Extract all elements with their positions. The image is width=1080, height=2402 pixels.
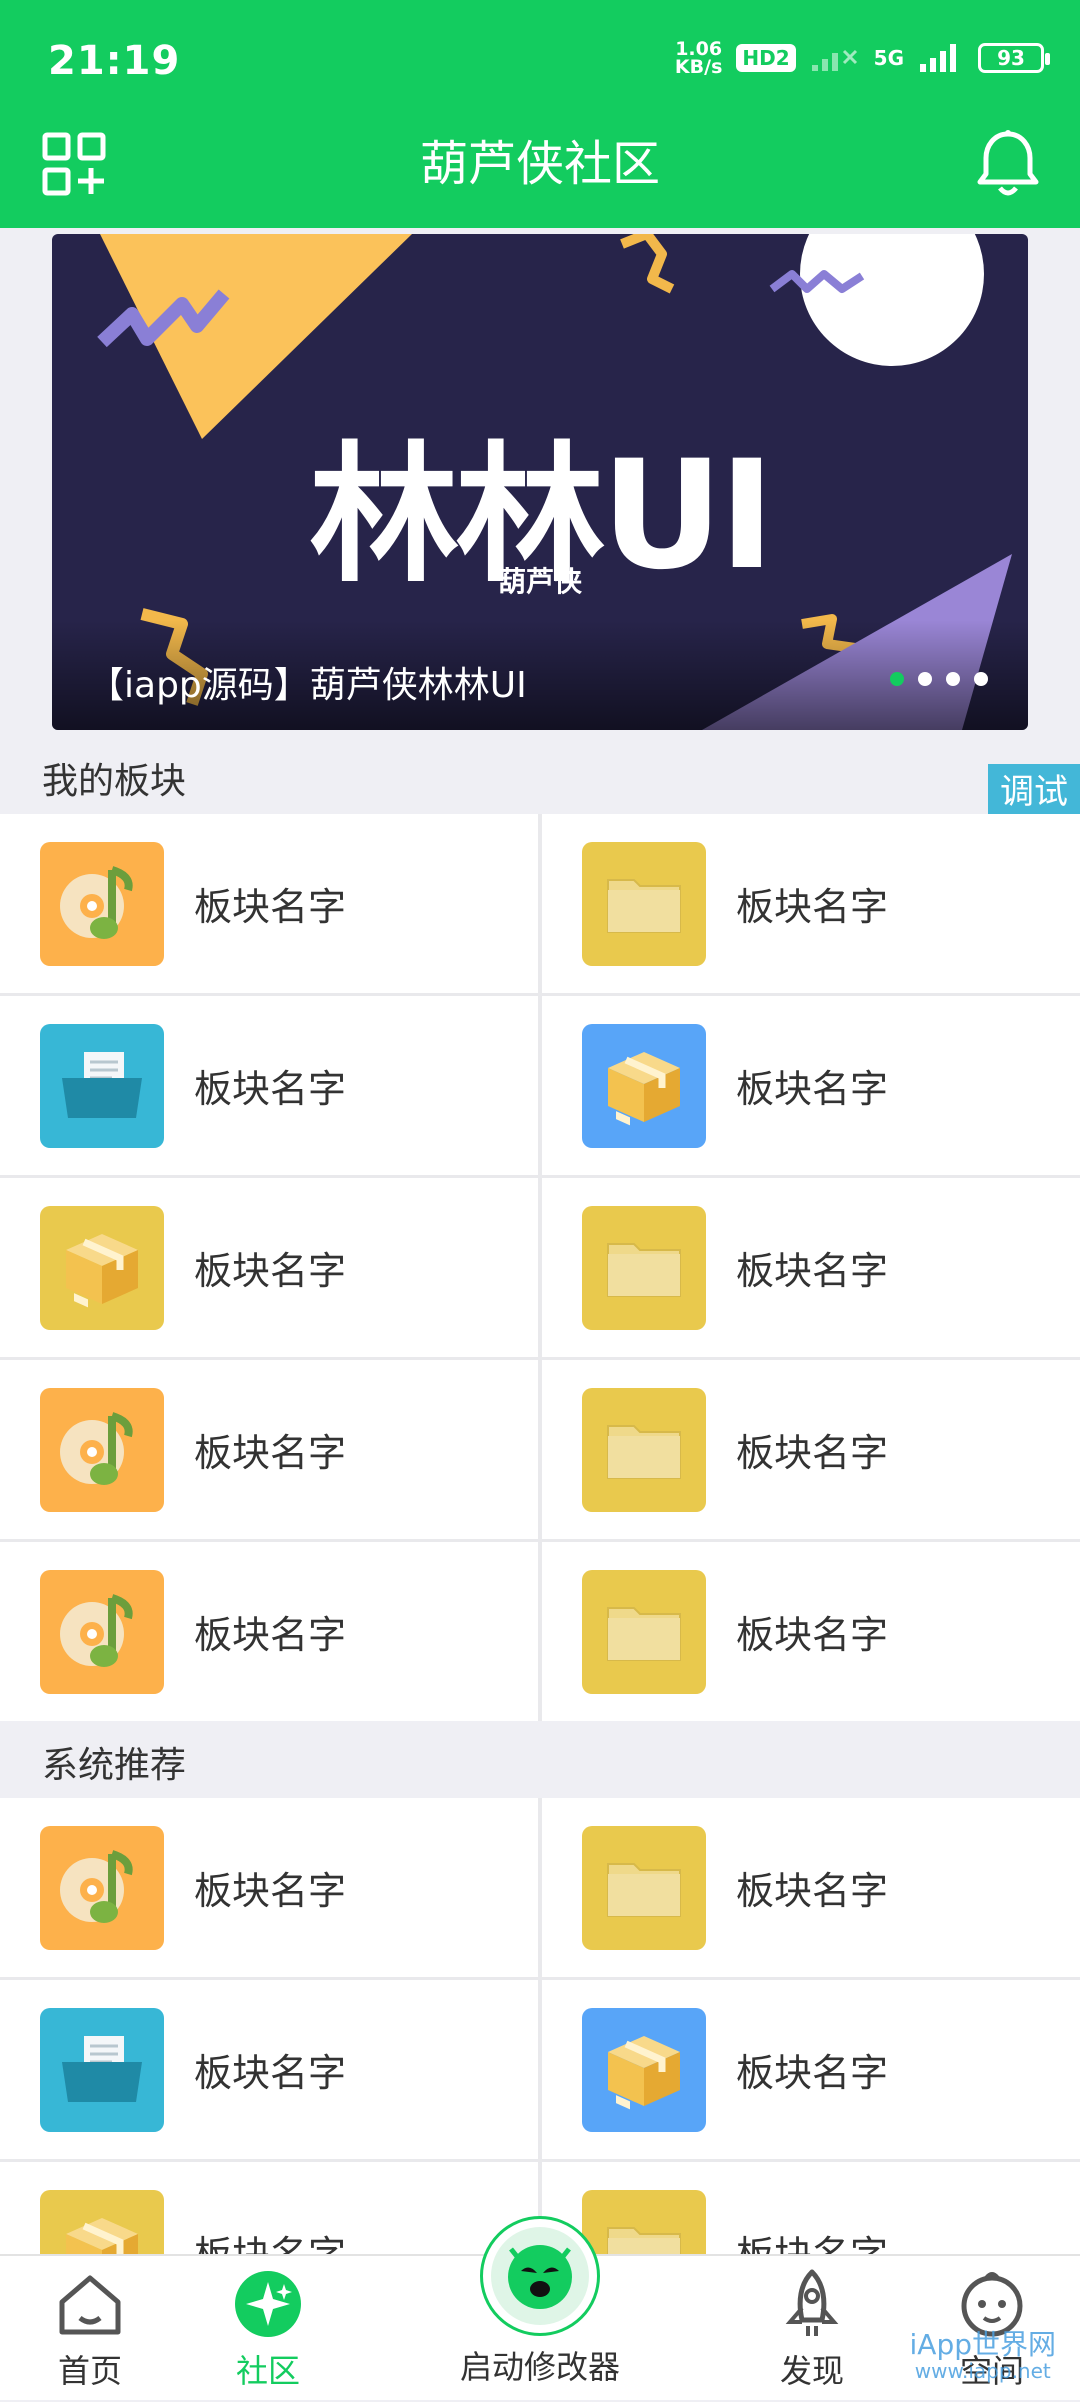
board-tile[interactable]: 板块名字 — [0, 1542, 538, 1721]
network-type: 5G — [873, 46, 904, 70]
board-tile[interactable]: 板块名字 — [0, 1178, 538, 1357]
board-name: 板块名字 — [736, 1869, 889, 1913]
launch-modifier-button[interactable] — [480, 2216, 600, 2336]
status-indicators: 1.06 KB/s HD2 5G 93 — [674, 40, 1050, 78]
rocket-icon — [785, 2269, 839, 2336]
board-name: 板块名字 — [194, 1431, 347, 1475]
board-tile[interactable]: 板块名字 — [0, 1798, 538, 1977]
banner-subline: 葫芦侠 — [497, 565, 582, 598]
board-tile[interactable]: 板块名字 — [542, 2162, 1080, 2254]
status-time: 21:19 — [48, 38, 181, 84]
folder-icon — [582, 1569, 706, 1694]
package-box-icon — [582, 2007, 706, 2132]
board-name: 板块名字 — [194, 1249, 347, 1293]
carousel-dot[interactable] — [890, 672, 904, 686]
network-speed-unit: KB/s — [674, 56, 723, 78]
board-name: 板块名字 — [194, 2051, 347, 2095]
board-tile[interactable]: 板块名字 — [0, 1360, 538, 1539]
signal-strong-icon — [920, 44, 956, 72]
notification-bell-icon[interactable] — [974, 128, 1042, 200]
board-tile[interactable]: 板块名字 — [542, 1980, 1080, 2159]
hd-badge: HD2 — [736, 44, 796, 72]
music-disc-icon — [40, 841, 164, 966]
board-name: 板块名字 — [194, 1869, 347, 1913]
folder-icon — [582, 2189, 706, 2254]
board-name: 板块名字 — [736, 1067, 889, 1111]
board-name: 板块名字 — [194, 2224, 346, 2254]
board-tile[interactable]: 板块名字 — [542, 1542, 1080, 1721]
home-icon — [59, 2275, 121, 2335]
nav-community-label: 社区 — [235, 2352, 300, 2390]
board-name: 板块名字 — [194, 1613, 347, 1657]
board-tile[interactable]: 板块名字 — [0, 1980, 538, 2159]
nav-discover[interactable]: 发现 — [732, 2256, 892, 2402]
page-title: 葫芦侠社区 — [419, 136, 660, 192]
nav-home[interactable]: 首页 — [10, 2256, 170, 2402]
board-tile[interactable]: 板块名字 — [542, 814, 1080, 993]
folder-icon — [582, 1205, 706, 1330]
my-boards-grid: 板块名字 板块名字 板块名字 板块名字 板块名字 板块名字 板块名字 板块名字 板块名字 板块名字 — [0, 814, 1080, 1721]
watermark-line2: www.iapp.net — [914, 2359, 1051, 2383]
board-tile[interactable]: 板块名字 — [542, 996, 1080, 1175]
board-name: 板块名字 — [194, 885, 347, 929]
carousel-dot[interactable] — [974, 672, 988, 686]
status-bar: 21:19 1.06 KB/s HD2 5G 93 — [0, 0, 1080, 120]
carousel-dot[interactable] — [946, 672, 960, 686]
battery-level: 93 — [997, 46, 1025, 70]
board-tile[interactable]: 板块名字 — [0, 814, 538, 993]
my-boards-title: 我的板块 — [42, 761, 187, 802]
carousel-indicator — [890, 672, 988, 686]
board-tile[interactable]: 板块名字 — [0, 996, 538, 1175]
nav-home-label: 首页 — [57, 2352, 122, 2390]
app-header: 21:19 1.06 KB/s HD2 5G 93 葫芦侠社区 — [0, 0, 1080, 228]
board-name: 板块名字 — [736, 1249, 889, 1293]
carousel-dot[interactable] — [918, 672, 932, 686]
board-name: 板块名字 — [736, 885, 889, 929]
sparkle-community-icon — [235, 2271, 301, 2337]
mascot-icon — [508, 2245, 572, 2309]
folder-icon — [582, 1387, 706, 1512]
music-disc-icon — [40, 1569, 164, 1694]
watermark-line1: iApp世界网 — [909, 2328, 1056, 2361]
network-speed: 1.06 KB/s — [674, 40, 723, 78]
board-name: 板块名字 — [736, 1613, 889, 1657]
package-box-icon — [582, 1023, 706, 1148]
folder-icon — [582, 841, 706, 966]
fab-inner — [491, 2227, 589, 2325]
nav-discover-label: 发现 — [779, 2352, 844, 2390]
folder-icon — [582, 1825, 706, 1950]
board-name: 板块名字 — [736, 2051, 889, 2095]
board-name: 板块名字 — [736, 1431, 889, 1475]
signal-weak-icon — [811, 49, 857, 71]
file-folder-icon — [40, 1023, 164, 1148]
battery-indicator: 93 — [978, 43, 1050, 73]
recommended-grid: 板块名字板块名字板块名字板块名字板块名字板块名字 — [0, 1798, 1080, 2254]
launch-modifier-label: 启动修改器 — [459, 2348, 620, 2386]
watermark: iApp世界网 www.iapp.net — [909, 2328, 1056, 2384]
music-disc-icon — [40, 1387, 164, 1512]
board-tile[interactable]: 板块名字 — [542, 1798, 1080, 1977]
banner-carousel[interactable]: 林林UI 葫芦侠 【iapp源码】葫芦侠林林UI — [52, 234, 1028, 730]
package-box-icon — [40, 1205, 164, 1330]
board-name: 板块名字 — [194, 1067, 347, 1111]
banner-caption: 【iapp源码】葫芦侠林林UI — [88, 665, 527, 706]
nav-community[interactable]: 社区 — [188, 2256, 348, 2402]
music-disc-icon — [40, 1825, 164, 1950]
board-tile[interactable]: 板块名字 — [542, 1178, 1080, 1357]
board-tile[interactable]: 板块名字 — [542, 1360, 1080, 1539]
package-box-icon — [40, 2189, 164, 2254]
debug-button[interactable]: 调试 — [988, 764, 1080, 820]
board-tile[interactable]: 板块名字 — [0, 2162, 538, 2254]
recommended-title: 系统推荐 — [42, 1745, 187, 1786]
file-folder-icon — [40, 2007, 164, 2132]
board-name: 板块名字 — [736, 2224, 888, 2254]
